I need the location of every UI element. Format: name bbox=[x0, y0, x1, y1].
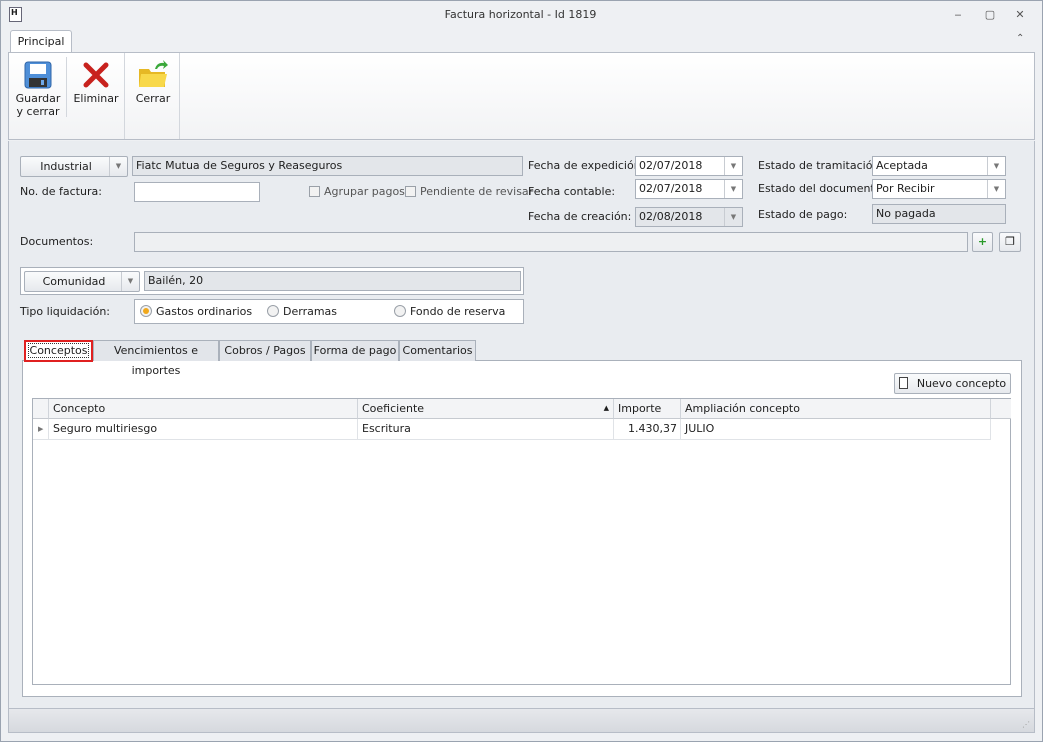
tipo-comunidad-dropdown[interactable]: Comunidad ▼ bbox=[24, 271, 140, 292]
cell-importe[interactable]: 1.430,37 bbox=[614, 419, 681, 440]
copy-document-icon[interactable]: ❐ bbox=[999, 232, 1021, 252]
cell-concepto[interactable]: Seguro multiriesgo bbox=[49, 419, 358, 440]
no-factura-label: No. de factura: bbox=[20, 185, 102, 198]
status-bar bbox=[8, 708, 1035, 733]
delete-x-icon bbox=[83, 62, 109, 88]
estado-tramitacion-label: Estado de tramitación: bbox=[758, 159, 884, 172]
tab-conceptos[interactable]: Conceptos bbox=[24, 340, 93, 362]
tipo-proveedor-value: Industrial bbox=[40, 160, 92, 173]
tab-forma-pago[interactable]: Forma de pago bbox=[311, 340, 399, 361]
app-icon: H bbox=[9, 7, 22, 22]
tab-vencimientos[interactable]: Vencimientos e importes bbox=[93, 340, 219, 377]
chevron-down-icon[interactable]: ▼ bbox=[724, 157, 742, 175]
window-title: Factura horizontal - Id 1819 bbox=[444, 8, 597, 21]
eliminar-button[interactable]: Eliminar bbox=[69, 53, 123, 139]
close-button[interactable]: ✕ bbox=[1012, 8, 1028, 22]
chevron-down-icon: ▼ bbox=[724, 208, 742, 226]
radio-derramas[interactable]: Derramas bbox=[267, 305, 337, 319]
estado-pago-label: Estado de pago: bbox=[758, 208, 848, 221]
radio-fondo-reserva[interactable]: Fondo de reserva bbox=[394, 305, 505, 319]
guardar-label-2: y cerrar bbox=[16, 105, 60, 118]
fecha-expedicion-label: Fecha de expedición: bbox=[528, 159, 645, 172]
fecha-contable-label: Fecha contable: bbox=[528, 185, 616, 198]
chevron-down-icon[interactable]: ▼ bbox=[987, 157, 1005, 175]
cell-coeficiente[interactable]: Escritura bbox=[358, 419, 614, 440]
add-document-icon[interactable]: + bbox=[972, 232, 993, 252]
column-header-concepto[interactable]: Concepto bbox=[49, 399, 358, 419]
conceptos-grid: Concepto Coeficiente ▲ Importe Ampliación… bbox=[32, 398, 1011, 685]
guardar-label: Guardar bbox=[15, 92, 61, 105]
save-icon bbox=[24, 61, 52, 89]
tipo-comunidad-value: Comunidad bbox=[42, 275, 106, 288]
cell-ampliacion[interactable]: JULIO bbox=[681, 419, 991, 440]
tipo-liquidacion-label: Tipo liquidación: bbox=[20, 305, 111, 318]
fecha-contable-input[interactable]: 02/07/2018 ▼ bbox=[635, 179, 743, 199]
radio-gastos-ordinarios[interactable]: Gastos ordinarios bbox=[140, 305, 252, 319]
fecha-creacion-input: 02/08/2018 ▼ bbox=[635, 207, 743, 227]
comunidad-field[interactable]: Bailén, 20 bbox=[144, 271, 521, 291]
new-document-icon bbox=[898, 377, 908, 389]
estado-documento-label: Estado del documento: bbox=[758, 182, 886, 195]
row-indicator-icon: ▶ bbox=[33, 419, 49, 440]
fecha-expedicion-input[interactable]: 02/07/2018 ▼ bbox=[635, 156, 743, 176]
proveedor-field[interactable]: Fiatc Mutua de Seguros y Reaseguros bbox=[132, 156, 523, 176]
folder-open-icon bbox=[139, 60, 168, 87]
agrupar-pagos-checkbox[interactable]: Agrupar pagos bbox=[309, 185, 405, 199]
sort-ascending-icon: ▲ bbox=[603, 404, 609, 412]
no-factura-input[interactable] bbox=[134, 182, 260, 202]
cerrar-button[interactable]: Cerrar bbox=[126, 53, 180, 139]
chevron-down-icon[interactable]: ▼ bbox=[987, 180, 1005, 198]
tab-cobros-pagos[interactable]: Cobros / Pagos bbox=[219, 340, 311, 361]
cerrar-label: Cerrar bbox=[135, 92, 171, 105]
collapse-ribbon-icon[interactable]: ⌃ bbox=[1016, 33, 1024, 44]
chevron-down-icon: ▼ bbox=[109, 157, 127, 176]
resize-grip-icon[interactable]: ⋰ bbox=[1022, 720, 1030, 729]
documentos-label: Documentos: bbox=[20, 235, 94, 248]
tab-comentarios[interactable]: Comentarios bbox=[399, 340, 476, 361]
chevron-down-icon: ▼ bbox=[121, 272, 139, 291]
tipo-proveedor-dropdown[interactable]: Industrial ▼ bbox=[20, 156, 128, 177]
row-indicator-header bbox=[33, 399, 49, 419]
chevron-down-icon[interactable]: ▼ bbox=[724, 180, 742, 198]
restore-button[interactable]: ▢ bbox=[982, 8, 998, 22]
fecha-creacion-label: Fecha de creación: bbox=[528, 210, 632, 223]
minimize-button[interactable]: ‒ bbox=[950, 8, 966, 22]
ribbon-tab-principal[interactable]: Principal bbox=[10, 30, 72, 53]
column-header-importe[interactable]: Importe bbox=[614, 399, 681, 419]
eliminar-label: Eliminar bbox=[73, 92, 119, 105]
nuevo-concepto-button[interactable]: Nuevo concepto bbox=[894, 373, 1011, 394]
column-header-coeficiente[interactable]: Coeficiente ▲ bbox=[358, 399, 614, 419]
estado-pago-field: No pagada bbox=[872, 204, 1006, 224]
column-header-ampliacion[interactable]: Ampliación concepto bbox=[681, 399, 991, 419]
pendiente-revisar-checkbox[interactable]: Pendiente de revisar bbox=[405, 185, 533, 199]
documentos-field[interactable] bbox=[134, 232, 968, 252]
estado-documento-select[interactable]: Por Recibir ▼ bbox=[872, 179, 1006, 199]
guardar-cerrar-button[interactable]: Guardar y cerrar bbox=[11, 53, 65, 139]
ribbon: Guardar y cerrar Eliminar Cerrar bbox=[8, 52, 1035, 140]
estado-tramitacion-select[interactable]: Aceptada ▼ bbox=[872, 156, 1006, 176]
